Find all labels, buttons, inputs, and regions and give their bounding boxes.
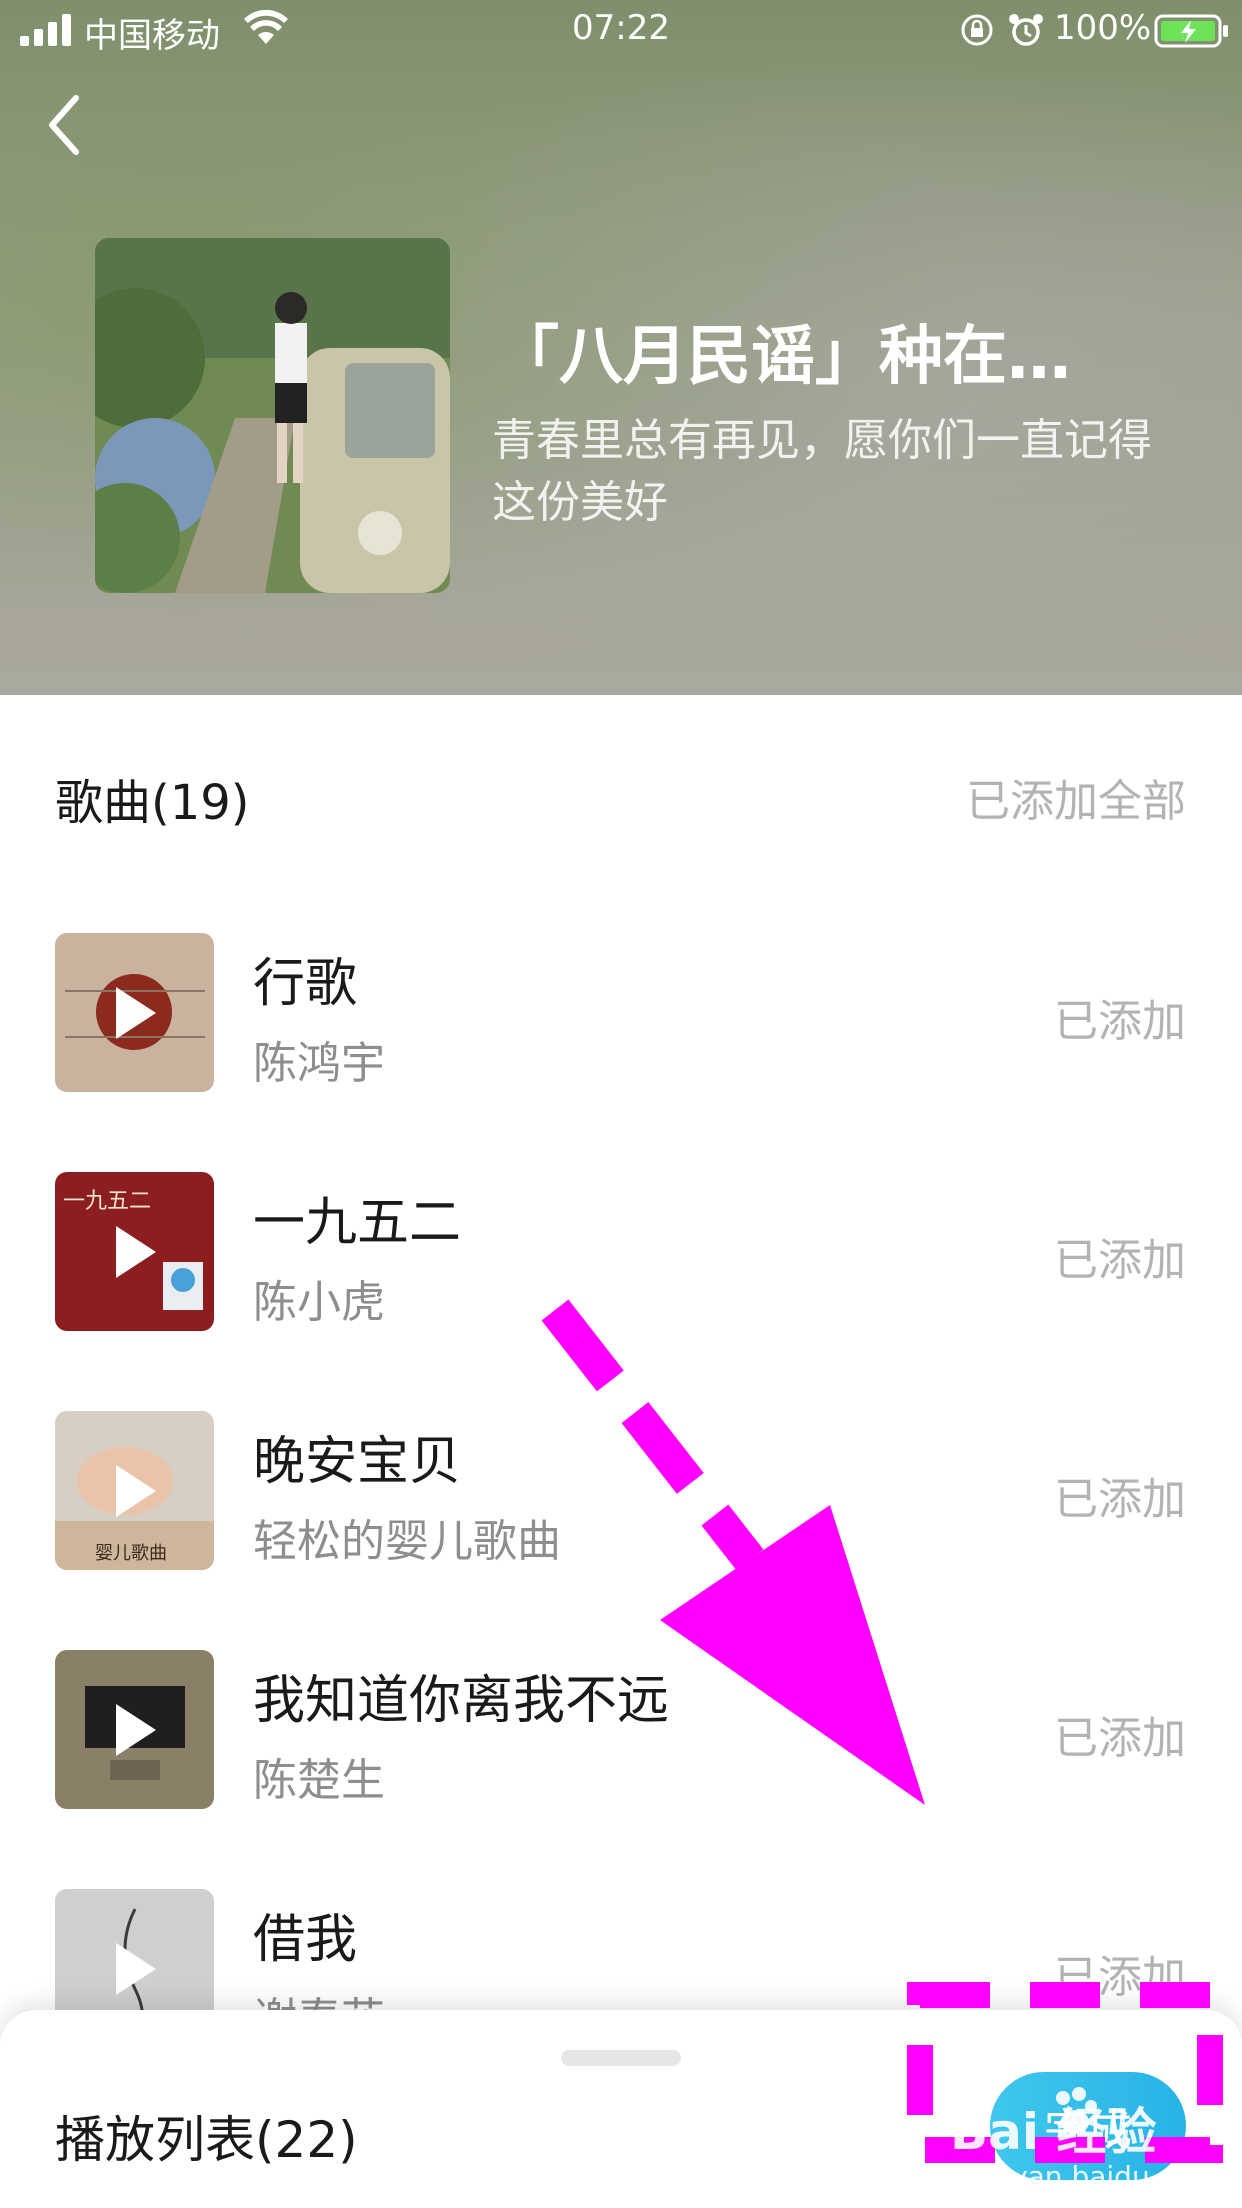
battery-icon: [1154, 14, 1228, 48]
playlist-title: 「八月民谣」种在…: [495, 320, 1071, 394]
song-added-status[interactable]: 已添加: [1054, 1224, 1186, 1288]
song-row[interactable]: 一九五二 一九五二 陈小虎 已添加: [0, 1172, 1242, 1342]
battery-percent: 100%: [1054, 8, 1152, 48]
play-icon[interactable]: [112, 985, 158, 1041]
play-icon[interactable]: [112, 1224, 158, 1280]
play-icon[interactable]: [112, 1941, 158, 1997]
song-added-status[interactable]: 已添加: [1054, 1702, 1186, 1766]
playlist-cover-image: [95, 238, 450, 593]
song-title: 我知道你离我不远: [253, 1671, 670, 1731]
playlist-description: 青春里总有再见，愿你们一直记得这份美好: [492, 415, 1152, 528]
song-cover[interactable]: 一九五二: [55, 1172, 214, 1331]
song-added-status[interactable]: 已添加: [1054, 985, 1186, 1049]
alarm-icon: [1009, 14, 1043, 46]
song-row[interactable]: 婴儿歌曲 晚安宝贝 轻松的婴儿歌曲 已添加: [0, 1411, 1242, 1581]
song-artist: 陈鸿宇: [253, 1038, 385, 1089]
song-title: 行歌: [253, 954, 358, 1014]
song-artist: 陈小虎: [253, 1277, 385, 1328]
play-queue-label[interactable]: 播放列表(22): [55, 2100, 358, 2172]
status-bar: 中国移动 07:22 100%: [0, 0, 1242, 62]
song-cover[interactable]: [55, 1650, 214, 1809]
songs-section-header: 歌曲(19) 已添加全部: [0, 735, 1242, 855]
play-icon[interactable]: [112, 1702, 158, 1758]
watermark-url: jingyan.baidu.com: [960, 2160, 1219, 2193]
song-title: 晚安宝贝: [253, 1432, 462, 1492]
song-title: 借我: [253, 1910, 358, 1970]
song-cover[interactable]: 婴儿歌曲: [55, 1411, 214, 1570]
song-cover[interactable]: [55, 933, 214, 1092]
song-artist: 陈楚生: [253, 1755, 385, 1806]
song-row[interactable]: 行歌 陈鸿宇 已添加: [0, 933, 1242, 1103]
watermark-main: Bai 经验: [950, 2103, 1157, 2161]
drag-handle[interactable]: [561, 2050, 681, 2066]
song-title: 一九五二: [253, 1193, 462, 1253]
playlist-cover: [95, 238, 450, 593]
rotation-lock-icon: [961, 14, 993, 46]
add-all-button[interactable]: 已添加全部: [966, 765, 1186, 829]
baidu-watermark: Bai 经验 jingyan.baidu.com: [950, 2080, 1218, 2205]
song-row[interactable]: 我知道你离我不远 陈楚生 已添加: [0, 1650, 1242, 1820]
song-added-status[interactable]: 已添加: [1054, 1941, 1186, 2005]
playlist-header: 中国移动 07:22 100% 「八月民谣」种在… 青春里总有再见，愿你们一直记…: [0, 0, 1242, 695]
song-added-status[interactable]: 已添加: [1054, 1463, 1186, 1527]
cover-text: 婴儿歌曲: [95, 1543, 167, 1564]
play-icon[interactable]: [112, 1463, 158, 1519]
songs-count-label: 歌曲(19): [55, 775, 250, 831]
cover-text: 一九五二: [63, 1189, 151, 1214]
song-artist: 轻松的婴儿歌曲: [253, 1516, 561, 1567]
back-chevron-icon[interactable]: [40, 92, 88, 158]
